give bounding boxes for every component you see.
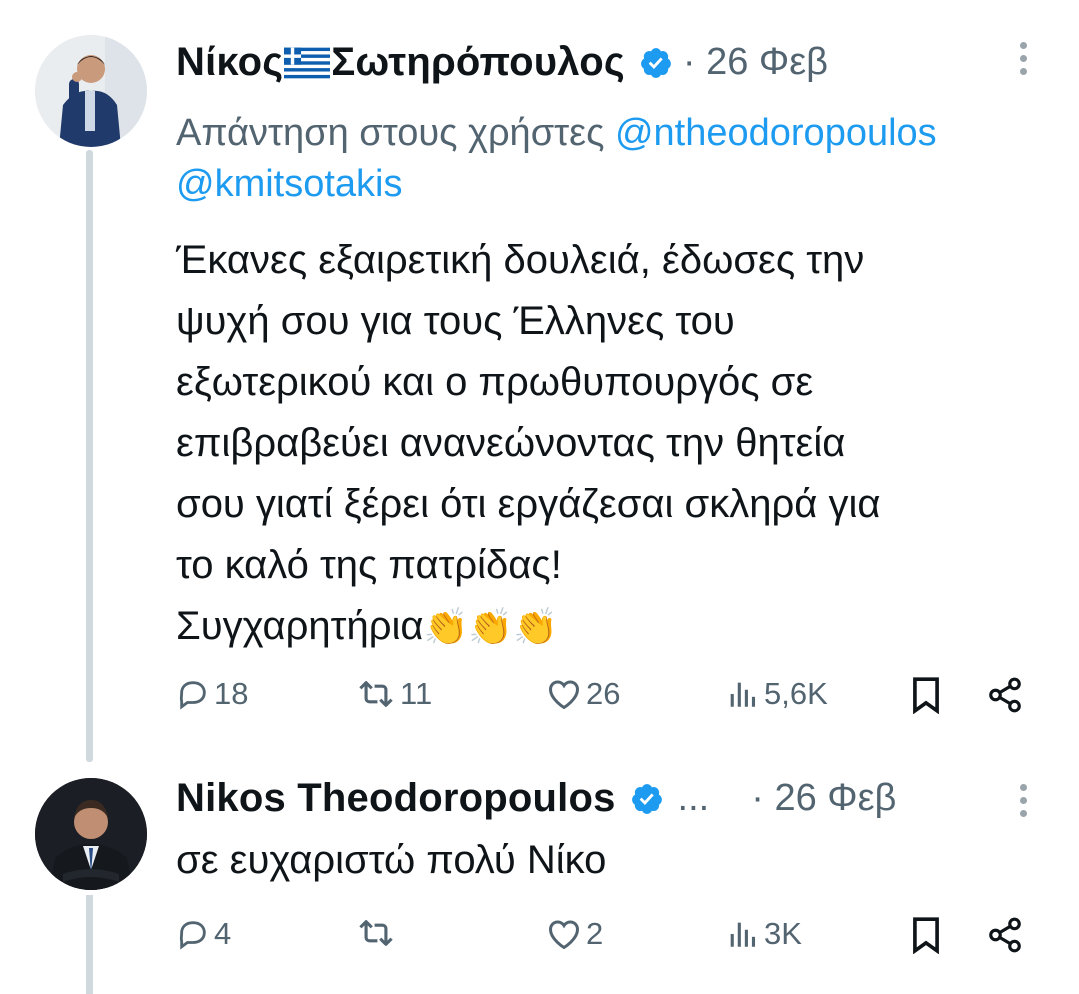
views-chart-icon: [730, 682, 756, 707]
like-button[interactable]: 26: [546, 676, 620, 712]
views-button[interactable]: 5,6K: [724, 676, 828, 712]
avatar-photo: [35, 35, 147, 147]
heart-icon: [548, 680, 580, 710]
tweet-text-last: Συγχαρητήρια: [176, 604, 424, 648]
tweet-text-line: ψυχή σου για τους Έλληνες του: [176, 299, 735, 343]
reply-button[interactable]: 18: [176, 676, 248, 712]
retweet-icon: [359, 681, 393, 707]
tweet-text-line: το καλό της πατρίδας!: [176, 543, 562, 587]
author-name[interactable]: Nikos Theodoropoulos: [176, 776, 616, 821]
mention-link[interactable]: @ntheodoropoulos: [615, 112, 937, 154]
tweet-text-line: επιβραβεύει ανανεώνοντας την θητεία: [176, 421, 846, 465]
thread-connector-line: [86, 895, 93, 994]
author-name[interactable]: Νίκος Σωτηρόπουλος: [176, 40, 625, 85]
like-button[interactable]: 2: [546, 916, 603, 952]
reply-icon: [179, 681, 206, 710]
tweet-text-line: σου γιατί ξέρει ότι εργάζεσαι σκληρά για: [176, 482, 881, 526]
heart-icon: [548, 920, 580, 950]
bookmark-icon: [913, 677, 939, 714]
retweet-button[interactable]: 11: [356, 676, 432, 712]
reply-icon: [179, 921, 206, 950]
like-count: 26: [586, 676, 621, 711]
share-icon: [989, 917, 1021, 953]
share-button[interactable]: [986, 916, 1024, 954]
tweet-actions: 4 2 3K: [176, 916, 1056, 960]
share-button[interactable]: [986, 676, 1024, 714]
tweet-text-line: εξωτερικού και ο πρωθυπουργός σε: [176, 360, 814, 404]
tweet-date[interactable]: · 26 Φεβ: [751, 777, 896, 820]
tweet-text-line: Συγχαρητήρια👏👏👏: [176, 596, 1066, 657]
author-name-first: Νίκος: [176, 40, 284, 84]
retweet-button[interactable]: [356, 916, 400, 950]
reply-count: 4: [214, 916, 232, 951]
mention-link[interactable]: @kmitsotakis: [176, 163, 403, 206]
tweet-text: Έκανες εξαιρετική δουλειά, έδωσες την ψυ…: [176, 230, 1066, 657]
retweet-icon: [359, 920, 393, 946]
bookmark-icon: [913, 917, 939, 954]
tweet-header: Nikos Theodoropoulos ... · 26 Φεβ: [176, 776, 896, 821]
views-count: 5,6K: [764, 676, 828, 711]
tweet-text-line: Έκανες εξαιρετική δουλειά, έδωσες την: [176, 238, 865, 282]
name-truncation: ...: [677, 777, 710, 819]
reply-button[interactable]: 4: [176, 916, 231, 952]
greece-flag-icon: [284, 47, 331, 78]
replying-to: Απάντηση στους χρήστες @ntheodoropoulos: [176, 105, 1079, 161]
tweet-text: σε ευχαριστώ πολύ Νίκο: [176, 838, 607, 882]
replying-to-label: Απάντηση στους χρήστες: [176, 112, 615, 154]
reply-count: 18: [214, 676, 249, 711]
bookmark-button[interactable]: [909, 676, 943, 714]
verified-badge-icon: [631, 783, 662, 814]
like-count: 2: [586, 916, 604, 951]
thread-connector-line: [86, 150, 93, 762]
more-options-icon[interactable]: [1020, 42, 1028, 81]
avatar[interactable]: [35, 778, 147, 890]
verified-badge-icon: [640, 47, 671, 78]
more-options-icon[interactable]: [1020, 784, 1028, 823]
views-count: 3K: [764, 916, 802, 951]
avatar-photo: [35, 778, 147, 890]
author-name-second: Σωτηρόπουλος: [331, 40, 625, 84]
bookmark-button[interactable]: [909, 916, 943, 954]
views-chart-icon: [730, 922, 756, 947]
avatar[interactable]: [35, 35, 147, 147]
views-button[interactable]: 3K: [724, 916, 802, 952]
tweet-actions: 18 11 26 5,6K: [176, 676, 1056, 720]
tweet-date[interactable]: · 26 Φεβ: [683, 41, 828, 84]
tweet-header: Νίκος Σωτηρόπουλος · 26 Φεβ: [176, 40, 828, 85]
share-icon: [989, 677, 1021, 713]
retweet-count: 11: [400, 676, 433, 711]
clapping-hands-emoji: 👏👏👏: [423, 606, 558, 647]
